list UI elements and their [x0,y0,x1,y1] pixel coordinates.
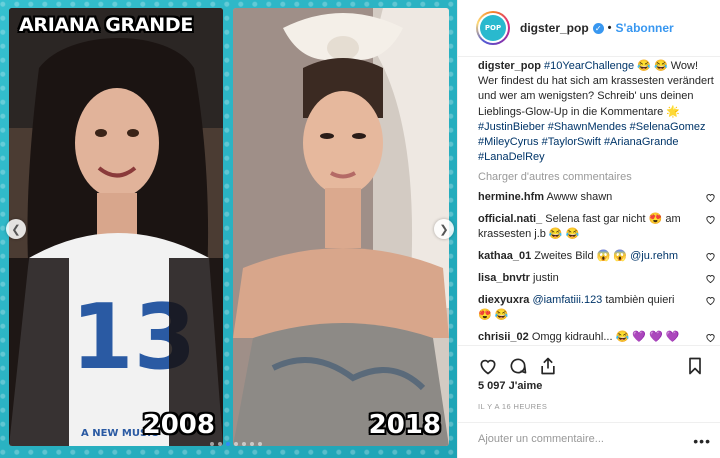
carousel-dot [250,442,254,446]
arrow-right-icon[interactable]: ❯ [434,219,454,239]
photo-2008: 13 A NEW MUSIC ARIANA GRANDE 2008 [9,8,223,446]
photo-2018: 2018 [233,8,449,446]
carousel-dot [234,442,238,446]
comment-item: diexyuxra @iamfatiii.123 tambièn quieri … [478,293,716,323]
caption-tag[interactable]: #SelenaGomez [630,121,706,133]
right-photo-year: 2018 [368,410,441,440]
arrow-left-icon[interactable]: ❮ [6,219,26,239]
add-comment-input[interactable]: Ajouter un commentaire... [478,433,604,445]
caption-username[interactable]: digster_pop [478,60,541,72]
caption-tag[interactable]: #LanaDelRey [478,151,545,163]
verified-icon: ✓ [592,22,604,34]
heart-icon[interactable] [705,295,716,306]
comment-username[interactable]: diexyuxra [478,294,529,306]
more-options-icon[interactable]: ••• [693,433,711,449]
comment-username[interactable]: lisa_bnvtr [478,272,530,284]
comment-item: hermine.hfm Awww shawn [478,190,716,205]
comment-username[interactable]: hermine.hfm [478,191,544,203]
comment-icon[interactable] [508,356,528,376]
carousel-dot [218,442,222,446]
header-separator: • [607,22,612,34]
like-count[interactable]: 5 097 J'aime [478,380,542,392]
share-icon[interactable] [538,356,558,376]
load-more-comments-button[interactable]: Charger d'autres commentaires [478,171,716,183]
post-media[interactable]: 13 A NEW MUSIC ARIANA GRANDE 2008 2018 ❮… [0,0,457,458]
photo-2008-illustration: 13 A NEW MUSIC [9,8,223,446]
carousel-dot [210,442,214,446]
comment-mention[interactable]: @ju.rehm [630,250,678,262]
left-photo-year: 2008 [142,410,215,440]
heart-icon[interactable] [705,273,716,284]
comment-text: Awww shawn [544,191,613,204]
comment-item: chrisii_02 Omgg kidrauhl... 😂 💜 💜 💜 [478,330,716,345]
photo-2018-illustration [233,8,449,446]
bookmark-icon[interactable] [685,356,705,376]
follow-button[interactable]: S'abonner [616,21,674,35]
carousel-dot [242,442,246,446]
carousel-dot-active [226,442,230,446]
comment-username[interactable]: chrisii_02 [478,331,529,343]
post-side-panel: POP digster_pop ✓ • S'abonner digster_po… [457,0,720,458]
caption-tag[interactable]: #ArianaGrande [604,136,679,148]
caption-tag[interactable]: #ShawnMendes [548,121,627,133]
comment-item: kathaa_01 Zweites Bild 😱 😱 @ju.rehm [478,249,716,264]
heart-icon[interactable] [478,356,498,376]
comment-text: justin [529,272,559,285]
post-timestamp[interactable]: IL Y A 16 HEURES [478,402,547,411]
comment-username[interactable]: kathaa_01 [478,250,531,262]
heart-icon[interactable] [705,332,716,343]
post-caption: digster_pop #10YearChallenge 😂 😂 Wow! We… [478,59,716,165]
avatar[interactable]: POP [476,11,510,45]
action-bar [458,345,720,381]
instagram-post: 13 A NEW MUSIC ARIANA GRANDE 2008 2018 ❮… [0,0,720,458]
carousel-dots [210,442,262,446]
caption-tag[interactable]: #JustinBieber [478,121,545,133]
heart-icon[interactable] [705,192,716,203]
comment-mention[interactable]: @iamfatiii.123 [532,294,602,306]
comment-item: official.nati_ Selena fast gar nicht 😍 a… [478,212,716,242]
caption-emojis: 😂 😂 [637,60,668,72]
carousel-dot [258,442,262,446]
caption-tag[interactable]: #MileyCyrus [478,136,539,148]
avatar-logo-text: POP [480,15,506,41]
comment-text: Omgg kidrauhl... 😂 💜 💜 💜 [528,331,680,344]
left-photo-label: ARIANA GRANDE [19,14,194,36]
add-comment-bar: Ajouter un commentaire... ••• [458,422,720,458]
comment-username[interactable]: official.nati_ [478,213,542,225]
caption-hashtag[interactable]: #10YearChallenge [544,60,634,72]
caption-tag[interactable]: #TaylorSwift [542,136,601,148]
heart-icon[interactable] [705,251,716,262]
comment-text: Zweites Bild 😱 😱 [531,250,631,263]
heart-icon[interactable] [705,214,716,225]
comments-list: digster_pop #10YearChallenge 😂 😂 Wow! We… [478,57,716,347]
post-header: POP digster_pop ✓ • S'abonner [458,0,720,57]
header-username[interactable]: digster_pop [520,21,589,35]
comment-item: lisa_bnvtr justin [478,271,716,286]
